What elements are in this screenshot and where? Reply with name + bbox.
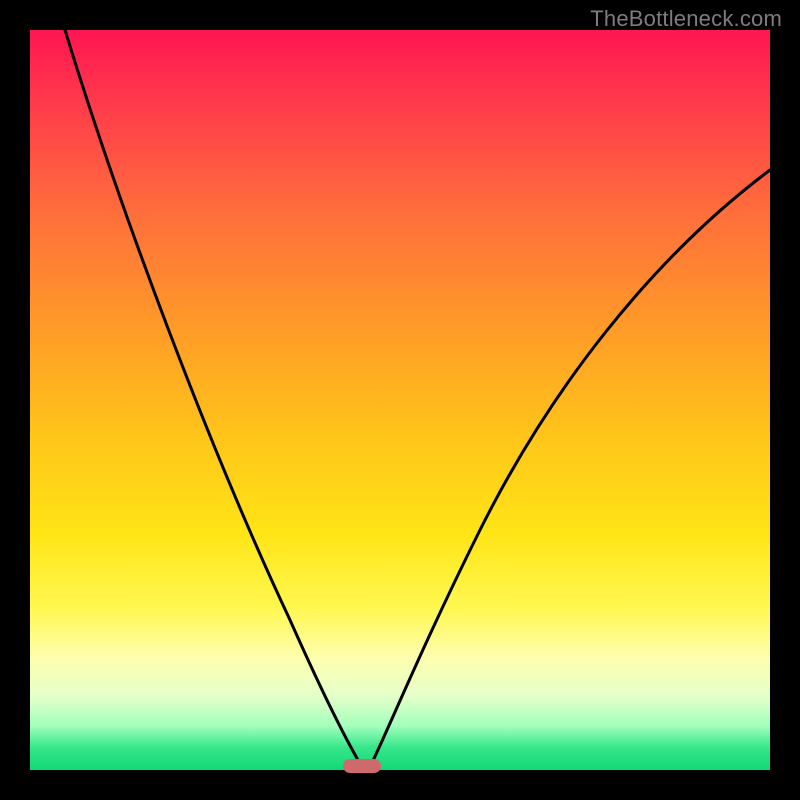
watermark-label: TheBottleneck.com xyxy=(590,6,782,32)
bottleneck-marker xyxy=(343,759,381,773)
plot-area xyxy=(30,30,770,770)
curve-left xyxy=(65,30,362,767)
curve-right xyxy=(370,170,770,767)
chart-container: TheBottleneck.com xyxy=(0,0,800,800)
curve-layer xyxy=(30,30,770,770)
